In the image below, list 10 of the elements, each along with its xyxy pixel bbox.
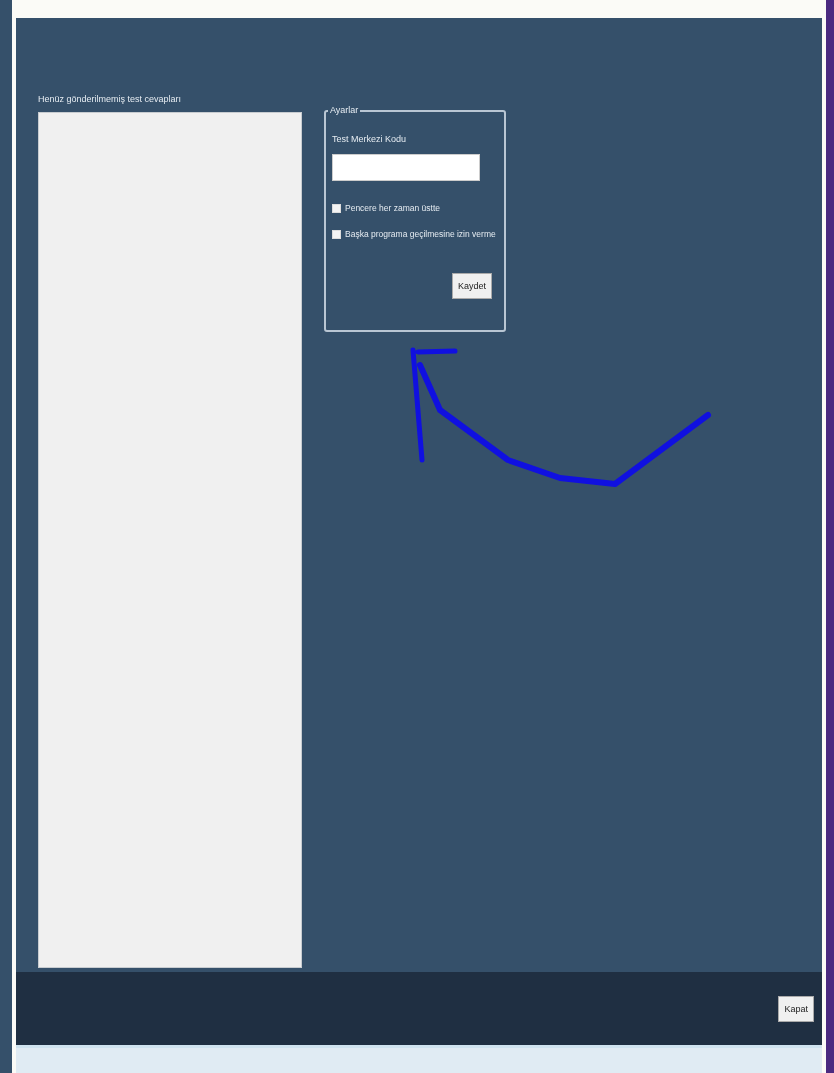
save-button[interactable]: Kaydet (451, 273, 492, 299)
checkbox[interactable] (332, 203, 341, 213)
input-field[interactable] (332, 154, 480, 181)
close-button[interactable]: Kapat (778, 995, 814, 1022)
checkbox[interactable] (332, 229, 341, 239)
checkbox-label: Başka programa geçilmesine izin verme (345, 229, 496, 239)
field-label: Test Merkezi Kodu (332, 134, 408, 144)
group-legend: Ayarlar (328, 105, 361, 115)
checkbox-label: Pencere her zaman üstte (345, 203, 440, 213)
panel-label: Henüz gönderilmemiş test cevapları (38, 94, 183, 104)
